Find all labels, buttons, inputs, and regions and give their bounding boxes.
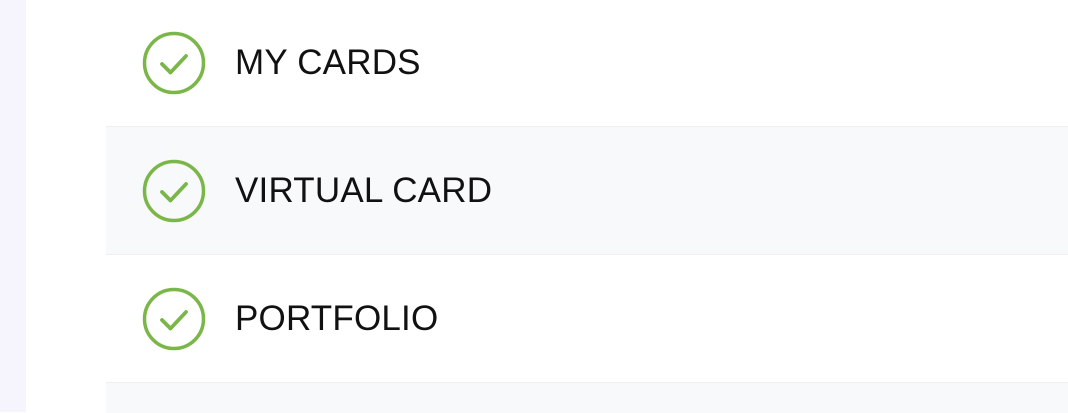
checklist-item-label: MY CARDS [235, 43, 421, 82]
checklist: MY CARDS VIRTUAL CARD PORTFOLIO [106, 0, 1068, 413]
check-circle-icon [142, 159, 206, 222]
side-panel-edge [0, 0, 26, 412]
check-circle-icon [142, 31, 206, 94]
checklist-item-label: PORTFOLIO [235, 299, 439, 338]
checklist-item-virtual-card[interactable]: VIRTUAL CARD [106, 127, 1068, 255]
check-circle-icon [142, 287, 206, 350]
checklist-item-label: VIRTUAL CARD [235, 171, 493, 210]
checklist-item-portfolio[interactable]: PORTFOLIO [106, 255, 1068, 383]
checklist-item-next[interactable] [106, 383, 1068, 413]
checklist-item-my-cards[interactable]: MY CARDS [106, 0, 1068, 127]
